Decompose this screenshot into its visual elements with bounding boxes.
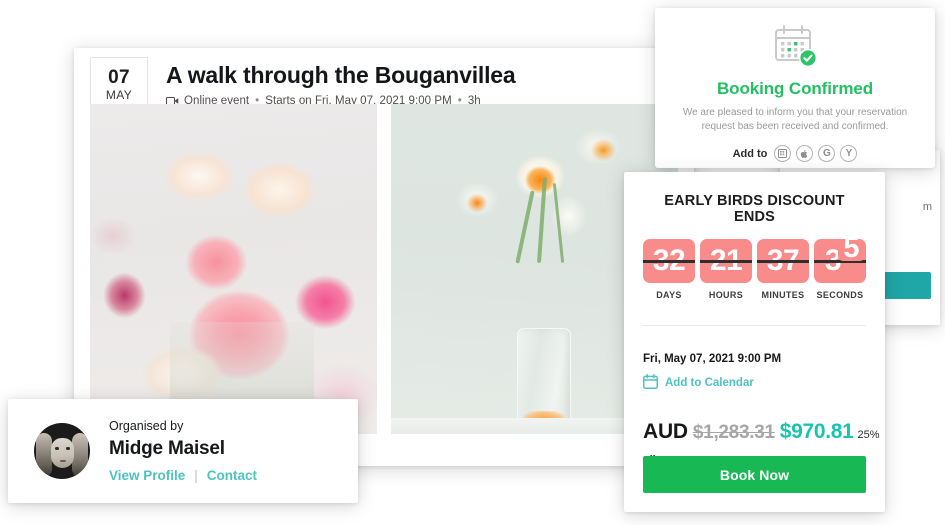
organiser-name: Midge Maisel [109,438,225,459]
apple-icon[interactable] [796,145,814,162]
flip-hinge [643,259,695,263]
booking-confirmed-title: Booking Confirmed [716,79,873,98]
add-to-calendar-providers: Add to G Y [655,145,935,162]
event-photo-roses[interactable] [90,104,377,434]
countdown-unit-seconds: 3 5 SECONDS [814,239,866,300]
flip-card-seconds: 3 5 [814,239,866,283]
countdown-days-label: DAYS [656,290,682,300]
flip-card-days: 32 [643,239,695,283]
link-separator: | [194,468,198,483]
booking-confirmed-message: We are pleased to inform you that your r… [682,107,908,132]
yahoo-icon[interactable]: Y [840,145,858,162]
event-datetime: Fri, May 07, 2021 9:00 PM [643,353,782,365]
flip-hinge [757,259,809,263]
view-profile-link[interactable]: View Profile [109,468,185,483]
calendar-check-icon [655,24,935,75]
google-icon[interactable]: G [818,145,836,162]
price-original: $1,283.31 [692,422,775,443]
screenshot-stage: m 07 MAY A walk through the Bouganvillea [0,0,945,525]
organiser-card: Organised by Midge Maisel View Profile |… [8,399,358,503]
event-date-day: 07 [108,66,130,88]
organiser-avatar[interactable] [34,423,90,479]
organiser-details: Organised by Midge Maisel View Profile |… [109,419,257,483]
event-header: 07 MAY A walk through the Bouganvillea O… [74,48,694,113]
price-discounted: $970.81 [779,420,854,443]
organiser-links: View Profile | Contact [109,468,257,483]
discount-percent: 25% [857,429,880,441]
calendar-icon [643,374,658,392]
countdown-unit-days: 32 DAYS [643,239,695,300]
contact-link[interactable]: Contact [207,468,257,483]
countdown-seconds-flip-digit: 5 [843,239,860,261]
organised-by-label: Organised by [109,419,184,433]
outlook-icon[interactable] [774,145,792,162]
countdown-title: EARLY BIRDS DISCOUNT ENDS [664,193,845,225]
add-to-label: Add to [732,147,768,160]
countdown-seconds-label: SECONDS [816,290,864,300]
add-to-calendar-label: Add to Calendar [665,377,754,389]
flip-card-minutes: 37 [757,239,809,283]
event-date-month: MAY [105,87,133,102]
countdown-hours-label: HOURS [708,290,744,300]
booking-confirmed-card: Booking Confirmed We are pleased to info… [655,8,935,168]
book-now-button[interactable]: Book Now [643,456,866,493]
event-title-block: A walk through the Bouganvillea Online e… [165,61,516,107]
panel-divider [643,325,866,326]
add-to-calendar-link[interactable]: Add to Calendar [643,374,866,392]
event-title: A walk through the Bouganvillea [166,62,516,88]
booking-panel: EARLY BIRDS DISCOUNT ENDS 32 DAYS 21 HOU… [624,172,885,512]
background-card-text: m [922,201,932,213]
countdown-unit-minutes: 37 MINUTES [757,239,809,300]
flip-bottom-half [838,266,865,283]
flip-hinge [700,259,752,263]
countdown-unit-hours: 21 HOURS [700,239,752,300]
price-currency: AUD [643,420,688,443]
flip-card-hours: 21 [700,239,752,283]
countdown-minutes-label: MINUTES [761,290,805,300]
flip-top-half: 5 [838,239,865,261]
countdown-timer: 32 DAYS 21 HOURS 37 MINUTES 3 5 SECONDS [643,239,866,300]
